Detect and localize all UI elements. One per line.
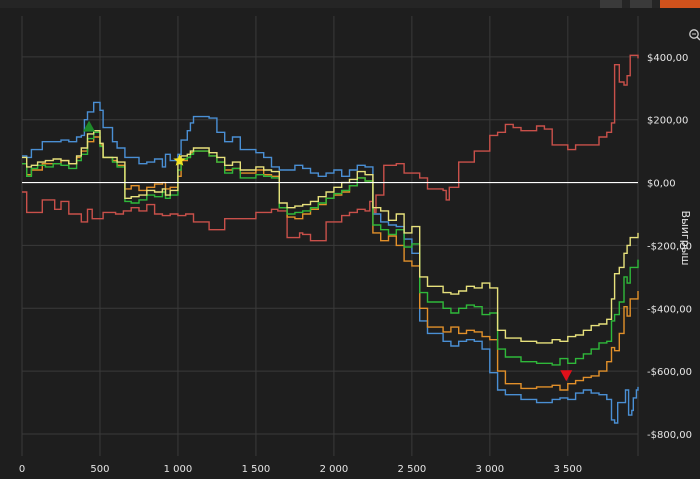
y-axis-title: Выигрыш — [679, 211, 692, 266]
x-tick-label: 1 500 — [242, 464, 271, 475]
x-tick-label: 2 500 — [398, 464, 427, 475]
x-tick-label: 3 500 — [554, 464, 583, 475]
y-tick-label: $200,00 — [647, 116, 688, 127]
series-line-4 — [22, 131, 639, 366]
x-axis-ticks: 0 500 1 000 1 500 2 000 2 500 3 000 3 500 — [19, 464, 582, 475]
y-tick-label: -$600,00 — [647, 367, 692, 378]
series-line-3 — [22, 136, 639, 391]
grid-lines — [21, 16, 639, 456]
series-line-2 — [22, 101, 639, 424]
y-tick-label: $0,00 — [647, 179, 676, 190]
y-tick-label: $400,00 — [647, 53, 688, 64]
y-tick-label: -$400,00 — [647, 304, 692, 315]
x-tick-label: 1 000 — [164, 464, 193, 475]
x-tick-label: 0 — [19, 464, 25, 475]
x-tick-label: 3 000 — [476, 464, 505, 475]
min-triangle-down-marker — [560, 370, 573, 382]
zoom-icon[interactable] — [689, 29, 700, 41]
x-tick-label: 2 000 — [320, 464, 349, 475]
series-line-1 — [22, 54, 639, 242]
chart: 0 500 1 000 1 500 2 000 2 500 3 000 3 500 $400,… — [19, 16, 700, 475]
y-axis-title-group: Выигрыш — [679, 211, 692, 266]
y-tick-label: -$800,00 — [647, 430, 692, 441]
series-layer — [22, 54, 639, 424]
x-tick-label: 500 — [90, 464, 109, 475]
